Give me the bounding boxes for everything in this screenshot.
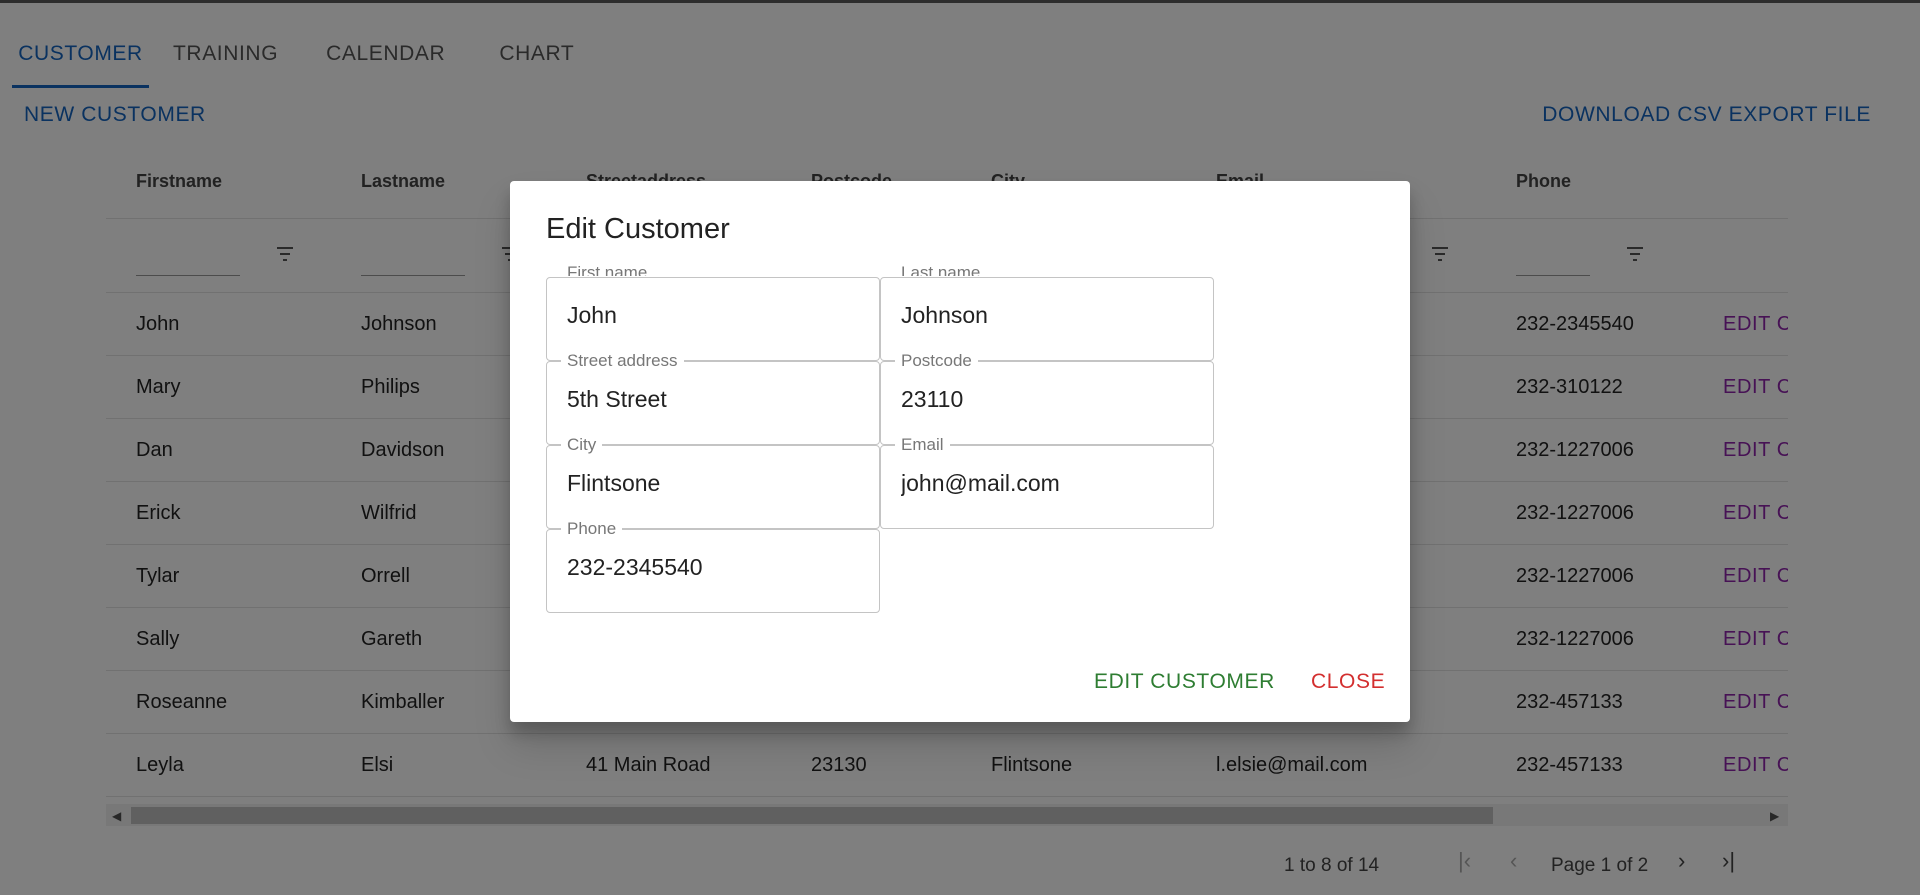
city-label: City: [561, 436, 603, 454]
streetaddress-input[interactable]: [567, 386, 857, 413]
lastname-label: Last name: [895, 260, 987, 276]
close-button[interactable]: CLOSE: [1311, 670, 1385, 694]
postcode-input[interactable]: [901, 386, 1191, 413]
firstname-field[interactable]: First name: [546, 260, 880, 361]
streetaddress-label: Street address: [561, 352, 684, 370]
firstname-label: First name: [561, 260, 654, 276]
edit-customer-dialog: Edit Customer First name Last name Stree…: [510, 181, 1410, 722]
city-input[interactable]: [567, 470, 857, 497]
lastname-input[interactable]: [901, 302, 1191, 329]
city-field[interactable]: City: [546, 436, 880, 529]
phone-field[interactable]: Phone: [546, 520, 880, 613]
email-label: Email: [895, 436, 950, 454]
email-field[interactable]: Email: [880, 436, 1214, 529]
lastname-field[interactable]: Last name: [880, 260, 1214, 361]
edit-customer-button[interactable]: EDIT CUSTOMER: [1094, 670, 1275, 694]
dialog-title: Edit Customer: [546, 213, 730, 245]
streetaddress-field[interactable]: Street address: [546, 352, 880, 445]
postcode-label: Postcode: [895, 352, 978, 370]
firstname-input[interactable]: [567, 302, 857, 329]
phone-label: Phone: [561, 520, 623, 538]
phone-input[interactable]: [567, 554, 857, 581]
email-input[interactable]: [901, 470, 1191, 497]
postcode-field[interactable]: Postcode: [880, 352, 1214, 445]
